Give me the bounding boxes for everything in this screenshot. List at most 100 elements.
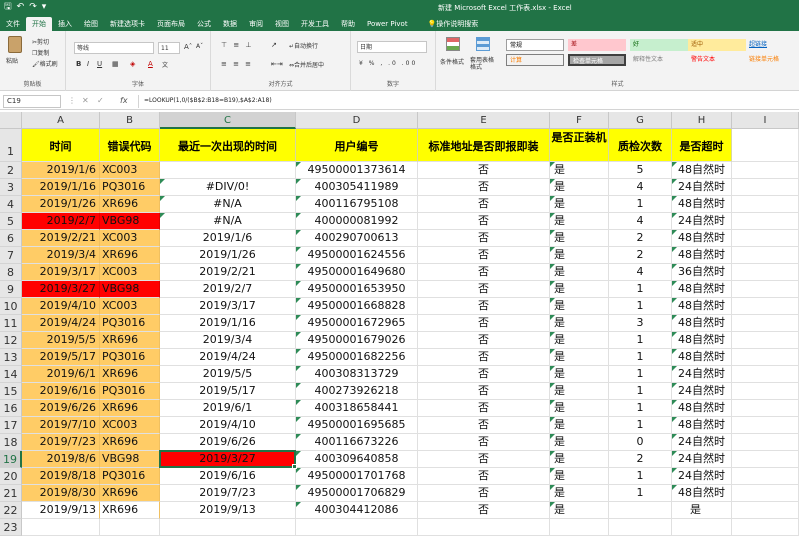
cell-g21[interactable]: 1 xyxy=(609,485,672,502)
cell-h16[interactable]: 48自然时 xyxy=(672,400,732,417)
cell-d21[interactable]: 49500001706829 xyxy=(296,485,418,502)
cell-g17[interactable]: 1 xyxy=(609,417,672,434)
cell-g10[interactable]: 1 xyxy=(609,298,672,315)
cell-b8[interactable]: XC003 xyxy=(100,264,160,281)
column-header-i[interactable]: I xyxy=(732,112,799,129)
cell-b15[interactable]: PQ3016 xyxy=(100,383,160,400)
wrap-text-button[interactable]: ↵自动换行 xyxy=(289,41,318,50)
cell-i18[interactable] xyxy=(732,434,799,451)
customize-qat-icon[interactable]: ▾ xyxy=(42,2,47,13)
cell-d14[interactable]: 400308313729 xyxy=(296,366,418,383)
phonetic-icon[interactable]: 文 xyxy=(162,60,168,69)
cell-i2[interactable] xyxy=(732,162,799,179)
cell-e18[interactable]: 否 xyxy=(418,434,550,451)
cell-i1[interactable] xyxy=(732,129,799,162)
cell-f13[interactable]: 是 xyxy=(550,349,609,366)
row-header-6[interactable]: 6 xyxy=(0,230,22,247)
cell-a19[interactable]: 2019/8/6 xyxy=(22,451,100,468)
cell-b17[interactable]: XC003 xyxy=(100,417,160,434)
cell-g4[interactable]: 1 xyxy=(609,196,672,213)
cell-a15[interactable]: 2019/6/16 xyxy=(22,383,100,400)
cell-c11[interactable]: 2019/1/16 xyxy=(160,315,296,332)
cell-a16[interactable]: 2019/6/26 xyxy=(22,400,100,417)
cell-h8[interactable]: 36自然时 xyxy=(672,264,732,281)
redo-icon[interactable]: ↷ xyxy=(29,2,37,13)
column-header-b[interactable]: B xyxy=(100,112,160,129)
cell-d20[interactable]: 49500001701768 xyxy=(296,468,418,485)
cell-e22[interactable]: 否 xyxy=(418,502,550,519)
cell-i13[interactable] xyxy=(732,349,799,366)
cell-f9[interactable]: 是 xyxy=(550,281,609,298)
cell-d19[interactable]: 400309640858 xyxy=(296,451,418,468)
cell-d15[interactable]: 400273926218 xyxy=(296,383,418,400)
cell-e6[interactable]: 否 xyxy=(418,230,550,247)
cell-i12[interactable] xyxy=(732,332,799,349)
cell-c16[interactable]: 2019/6/1 xyxy=(160,400,296,417)
row-header-21[interactable]: 21 xyxy=(0,485,22,502)
cell-i11[interactable] xyxy=(732,315,799,332)
bold-button[interactable]: B xyxy=(76,60,81,68)
cell-h10[interactable]: 48自然时 xyxy=(672,298,732,315)
merge-center-button[interactable]: ⇔合并后居中 xyxy=(289,60,324,69)
cell-b21[interactable]: XR696 xyxy=(100,485,160,502)
cell-d12[interactable]: 49500001679026 xyxy=(296,332,418,349)
cell-c8[interactable]: 2019/2/21 xyxy=(160,264,296,281)
cell-b3[interactable]: PQ3016 xyxy=(100,179,160,196)
row-header-9[interactable]: 9 xyxy=(0,281,22,298)
cell-c10[interactable]: 2019/3/17 xyxy=(160,298,296,315)
column-header-e[interactable]: E xyxy=(418,112,550,129)
tab-9[interactable]: 视图 xyxy=(269,17,295,31)
cell-h4[interactable]: 48自然时 xyxy=(672,196,732,213)
cell-e9[interactable]: 否 xyxy=(418,281,550,298)
header-cell-a[interactable]: 时间 xyxy=(22,129,100,162)
cell-c15[interactable]: 2019/5/17 xyxy=(160,383,296,400)
cell-f23[interactable] xyxy=(550,519,609,536)
cell-c14[interactable]: 2019/5/5 xyxy=(160,366,296,383)
cell-i19[interactable] xyxy=(732,451,799,468)
cell-h20[interactable]: 24自然时 xyxy=(672,468,732,485)
cell-f4[interactable]: 是 xyxy=(550,196,609,213)
cell-e23[interactable] xyxy=(418,519,550,536)
cell-d3[interactable]: 400305411989 xyxy=(296,179,418,196)
cell-h7[interactable]: 48自然时 xyxy=(672,247,732,264)
row-header-16[interactable]: 16 xyxy=(0,400,22,417)
cut-button[interactable]: ✂剪切 xyxy=(32,37,49,46)
cell-f22[interactable]: 是 xyxy=(550,502,609,519)
cell-style-5[interactable]: 计算 xyxy=(506,54,564,66)
cell-g23[interactable] xyxy=(609,519,672,536)
cell-e11[interactable]: 否 xyxy=(418,315,550,332)
row-header-12[interactable]: 12 xyxy=(0,332,22,349)
row-header-18[interactable]: 18 xyxy=(0,434,22,451)
cell-f6[interactable]: 是 xyxy=(550,230,609,247)
cell-e12[interactable]: 否 xyxy=(418,332,550,349)
tab-5[interactable]: 页面布局 xyxy=(151,17,191,31)
cell-a12[interactable]: 2019/5/5 xyxy=(22,332,100,349)
row-header-1[interactable]: 1 xyxy=(0,129,22,162)
row-header-5[interactable]: 5 xyxy=(0,213,22,230)
cell-f18[interactable]: 是 xyxy=(550,434,609,451)
tab-3[interactable]: 绘图 xyxy=(78,17,104,31)
cell-f5[interactable]: 是 xyxy=(550,213,609,230)
cell-e19[interactable]: 否 xyxy=(418,451,550,468)
cell-g20[interactable]: 1 xyxy=(609,468,672,485)
cell-b7[interactable]: XR696 xyxy=(100,247,160,264)
cell-d9[interactable]: 49500001653950 xyxy=(296,281,418,298)
row-header-11[interactable]: 11 xyxy=(0,315,22,332)
cell-f10[interactable]: 是 xyxy=(550,298,609,315)
conditional-format-button[interactable]: 条件格式 xyxy=(440,57,464,66)
cell-b22[interactable]: XR696 xyxy=(100,502,160,519)
cell-g16[interactable]: 1 xyxy=(609,400,672,417)
cell-style-7[interactable]: 解释性文本 xyxy=(630,54,688,66)
header-cell-h[interactable]: 是否超时 xyxy=(672,129,732,162)
cell-d8[interactable]: 49500001649680 xyxy=(296,264,418,281)
tab-6[interactable]: 公式 xyxy=(191,17,217,31)
number-format-icons[interactable]: ¥ % , .0 .00 xyxy=(359,60,417,67)
cell-i20[interactable] xyxy=(732,468,799,485)
cell-e10[interactable]: 否 xyxy=(418,298,550,315)
cell-f3[interactable]: 是 xyxy=(550,179,609,196)
cell-f19[interactable]: 是 xyxy=(550,451,609,468)
row-header-22[interactable]: 22 xyxy=(0,502,22,519)
conditional-format-icon[interactable] xyxy=(446,37,460,51)
cell-i7[interactable] xyxy=(732,247,799,264)
tab-7[interactable]: 数据 xyxy=(217,17,243,31)
